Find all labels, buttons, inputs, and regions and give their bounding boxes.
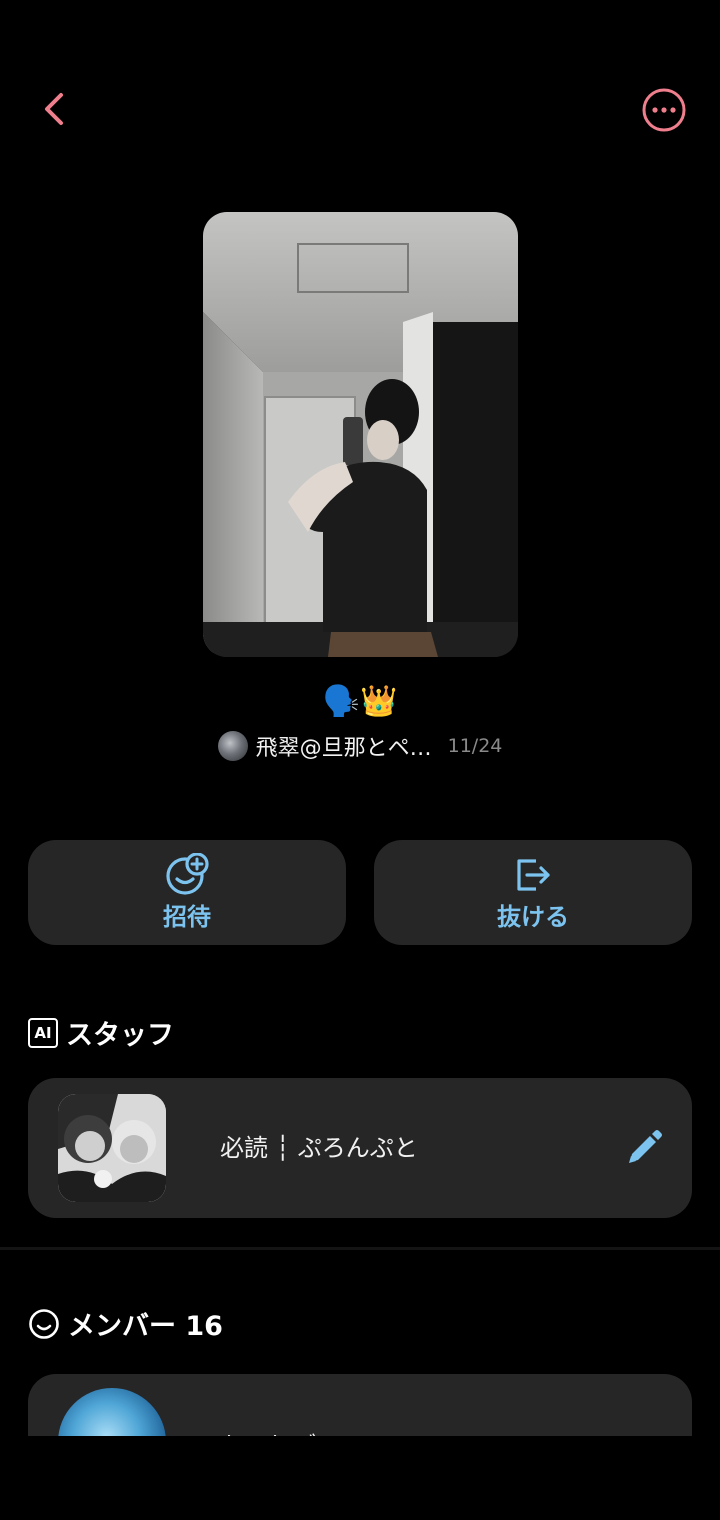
- invite-button[interactable]: 招待: [28, 840, 346, 945]
- back-button[interactable]: [30, 84, 80, 134]
- leave-button[interactable]: 抜ける: [374, 840, 692, 945]
- members-section-title: メンバー 16: [68, 1311, 223, 1342]
- room-cover-image[interactable]: [203, 212, 518, 657]
- staff-item[interactable]: 必読 ┆ ぷろんぷと: [28, 1078, 692, 1218]
- section-divider: [0, 1247, 720, 1250]
- leave-label: 抜ける: [497, 903, 569, 931]
- smiley-icon: [29, 1308, 59, 1339]
- owner-name: 飛翠@旦那とペ…: [255, 736, 432, 761]
- room-emoji-title: 🗣️👑: [322, 684, 398, 719]
- staff-thumbnail-art: [58, 1094, 166, 1202]
- cover-photo: [203, 212, 518, 657]
- bottom-fade: [0, 1436, 720, 1520]
- room-owner[interactable]: 飛翠@旦那とペ… 11/24: [0, 730, 720, 762]
- pencil-icon: [629, 1130, 662, 1163]
- exit-icon: [517, 859, 550, 891]
- smiley-plus-icon: [166, 853, 209, 895]
- edit-staff-button[interactable]: [624, 1128, 664, 1168]
- more-options-button[interactable]: [640, 86, 688, 134]
- ai-icon: AI: [28, 1017, 58, 1048]
- invite-label: 招待: [163, 903, 211, 931]
- staff-item-name: 必読 ┆ ぷろんぷと: [220, 1134, 418, 1162]
- room-date: 11/24: [447, 735, 503, 757]
- staff-section-header: AI スタッフ: [28, 1013, 174, 1052]
- more-horizontal-icon: [642, 88, 686, 132]
- chevron-left-icon: [45, 93, 63, 125]
- owner-avatar[interactable]: [217, 731, 248, 761]
- staff-thumbnail: [58, 1094, 166, 1202]
- staff-section-title: スタッフ: [66, 1020, 174, 1051]
- members-section-header: メンバー 16: [28, 1304, 223, 1343]
